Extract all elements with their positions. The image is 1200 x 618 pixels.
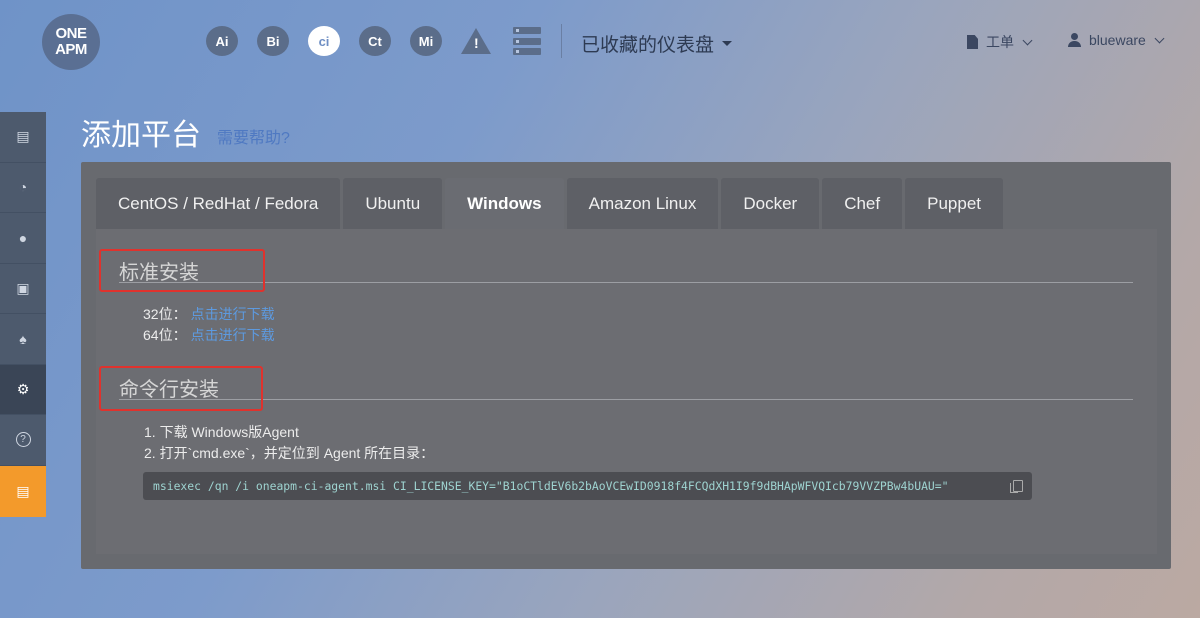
download-row-64bit: 64位： 点击进行下载 bbox=[143, 325, 275, 345]
header-divider bbox=[561, 24, 562, 58]
sidebar-item-dashboard[interactable]: ◔ bbox=[0, 162, 46, 213]
download-row-32bit: 32位： 点击进行下载 bbox=[143, 304, 275, 324]
ct-icon-label: Ct bbox=[368, 33, 382, 49]
ci-icon[interactable]: ci bbox=[308, 26, 340, 56]
product-switcher: Ai Bi ci Ct Mi ! bbox=[206, 26, 541, 56]
download-32bit-label: 32位： bbox=[143, 306, 187, 322]
oneapm-logo[interactable]: ONE APM bbox=[42, 14, 100, 70]
install-command-text[interactable]: msiexec /qn /i oneapm-ci-agent.msi CI_LI… bbox=[153, 479, 949, 493]
highlight-box bbox=[99, 366, 263, 411]
sidebar-item-feedback[interactable]: ▤ bbox=[0, 465, 46, 517]
sidebar-item-servers[interactable]: ▤ bbox=[0, 112, 46, 163]
platform-tabs: CentOS / RedHat / Fedora Ubuntu Windows … bbox=[96, 178, 1006, 229]
ci-icon-label: ci bbox=[318, 33, 330, 49]
section-divider bbox=[119, 282, 1133, 283]
card-icon: ▤ bbox=[16, 482, 30, 499]
download-32bit-link[interactable]: 点击进行下载 bbox=[191, 306, 275, 322]
chevron-down-icon bbox=[1022, 35, 1033, 45]
sidebar-item-alerts[interactable]: ♠ bbox=[0, 314, 46, 365]
ai-icon[interactable]: Ai bbox=[206, 26, 238, 56]
tickets-label: 工单 bbox=[986, 34, 1014, 50]
help-link[interactable]: 需要帮助? bbox=[217, 124, 290, 148]
gear-icon: ⚙ bbox=[16, 380, 30, 397]
user-menu[interactable]: blueware bbox=[1068, 32, 1165, 48]
download-64bit-label: 64位： bbox=[143, 327, 187, 343]
help-circle-icon: ? bbox=[15, 432, 31, 448]
install-command-box[interactable]: msiexec /qn /i oneapm-ci-agent.msi CI_LI… bbox=[143, 472, 1032, 500]
alert-glyph: ! bbox=[474, 35, 479, 51]
tab-content-windows: 标准安装 32位： 点击进行下载 64位： 点击进行下载 命令行安装 1. 下载 W… bbox=[96, 229, 1157, 554]
sidebar-item-status[interactable]: ● bbox=[0, 213, 46, 264]
tab-docker[interactable]: Docker bbox=[721, 178, 820, 229]
sidebar: ▤ ◔ ● ▣ ♠ ⚙ ? ▤ bbox=[0, 112, 46, 517]
sidebar-item-archive[interactable]: ▣ bbox=[0, 263, 46, 314]
ct-icon[interactable]: Ct bbox=[359, 26, 391, 56]
favorite-dashboards-menu[interactable]: 已收藏的仪表盘 bbox=[581, 30, 733, 57]
user-name: blueware bbox=[1089, 32, 1146, 48]
bell-icon: ♠ bbox=[19, 330, 27, 347]
sidebar-item-help[interactable]: ? bbox=[0, 415, 46, 466]
section-divider bbox=[119, 399, 1133, 400]
user-icon bbox=[1068, 33, 1081, 47]
tab-amazon-linux[interactable]: Amazon Linux bbox=[566, 178, 719, 229]
favorite-dashboards-label: 已收藏的仪表盘 bbox=[581, 35, 715, 56]
alert-warning-icon[interactable]: ! bbox=[461, 28, 491, 54]
archive-box-icon: ▣ bbox=[16, 279, 30, 296]
tab-centos[interactable]: CentOS / RedHat / Fedora bbox=[96, 178, 341, 229]
mi-icon[interactable]: Mi bbox=[410, 26, 442, 56]
tickets-menu[interactable]: 工单 bbox=[967, 32, 1033, 52]
cli-step-2: 2. 打开`cmd.exe`，并定位到 Agent 所在目录： bbox=[144, 445, 435, 461]
chevron-down-icon bbox=[1154, 33, 1165, 43]
tab-ubuntu[interactable]: Ubuntu bbox=[343, 178, 443, 229]
platform-panel: CentOS / RedHat / Fedora Ubuntu Windows … bbox=[81, 162, 1171, 569]
tab-puppet[interactable]: Puppet bbox=[905, 178, 1004, 229]
copy-icon[interactable] bbox=[1010, 480, 1023, 493]
download-64bit-link[interactable]: 点击进行下载 bbox=[191, 327, 275, 343]
ai-icon-label: Ai bbox=[215, 33, 229, 49]
cli-step-1: 1. 下载 Windows版Agent bbox=[144, 424, 299, 440]
server-list-icon[interactable] bbox=[513, 27, 541, 55]
circle-dot-icon: ● bbox=[18, 229, 28, 246]
dashboard-gauge-icon: ◔ bbox=[18, 179, 28, 196]
mi-icon-label: Mi bbox=[418, 33, 434, 49]
caret-down-icon bbox=[722, 41, 733, 46]
tab-chef[interactable]: Chef bbox=[822, 178, 903, 229]
document-icon bbox=[967, 35, 978, 49]
bi-icon-label: Bi bbox=[266, 33, 280, 49]
server-list-icon: ▤ bbox=[16, 128, 30, 145]
tab-windows[interactable]: Windows bbox=[445, 178, 564, 229]
page-title: 添加平台 bbox=[81, 119, 201, 152]
highlight-box bbox=[99, 249, 265, 292]
logo-line2: APM bbox=[55, 41, 87, 58]
sidebar-item-settings[interactable]: ⚙ bbox=[0, 364, 46, 415]
bi-icon[interactable]: Bi bbox=[257, 26, 289, 56]
logo-line1: ONE bbox=[55, 25, 87, 42]
